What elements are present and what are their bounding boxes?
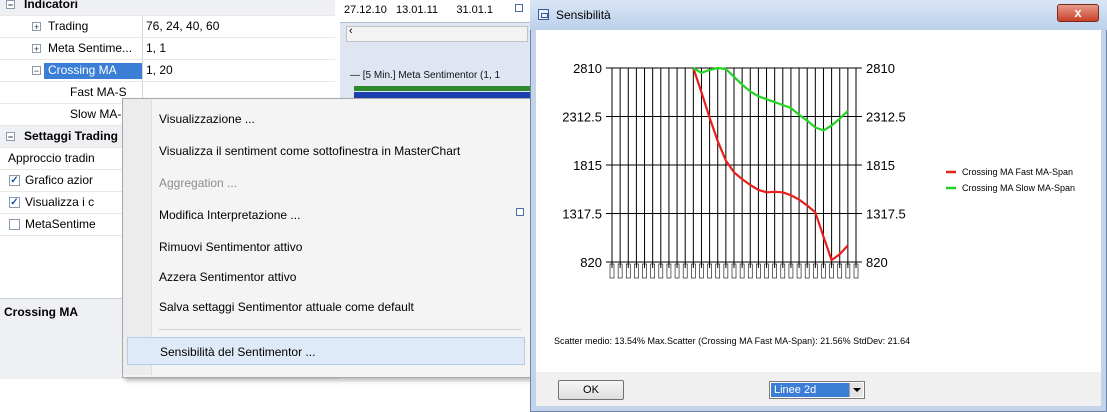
dialog-title: Sensibilità [556, 8, 611, 22]
property-value[interactable]: 76, 24, 40, 60 [146, 19, 219, 33]
chevron-down-icon[interactable] [849, 383, 863, 397]
property-name: Fast MA-S [70, 85, 127, 99]
resize-handle[interactable] [515, 4, 523, 12]
chart-scrollbar[interactable]: ‹ [346, 25, 528, 42]
property-name: Visualizza i c [25, 195, 95, 209]
sensibilita-dialog: Sensibilità x 2810 2810 2312.5 2312.5 1815 18… [530, 0, 1107, 412]
checkbox-unchecked[interactable] [9, 219, 20, 230]
expand-icon[interactable]: + [32, 22, 41, 32]
menu-item-rimuovi[interactable]: Rimuovi Sentimentor attivo [123, 233, 529, 261]
property-value[interactable]: 1, 1 [146, 41, 166, 55]
menu-item-visualizzazione[interactable]: Visualizzazione ... [123, 105, 529, 133]
y-tick-label-left: 820 [580, 255, 602, 270]
property-value[interactable]: 1, 20 [146, 63, 173, 77]
menu-separator [159, 329, 521, 330]
menu-item-azzera[interactable]: Azzera Sentimentor attivo [123, 263, 529, 291]
menu-item-modifica-interpretazione[interactable]: Modifica Interpretazione ... [123, 201, 529, 229]
y-tick-label-left: 1317.5 [562, 207, 602, 222]
property-row-trading[interactable]: + Trading 76, 24, 40, 60 [0, 16, 335, 38]
checkbox-checked[interactable]: ✓ [9, 197, 20, 208]
y-tick-label-left: 2312.5 [562, 110, 602, 125]
ok-button[interactable]: OK [558, 380, 624, 400]
category-indicatori[interactable]: − Indicatori [0, 0, 335, 16]
chart-type-select[interactable]: Linee 2d [769, 381, 865, 399]
menu-item-aggregation[interactable]: Aggregation ... [123, 169, 529, 197]
y-tick-label-right: 820 [866, 255, 888, 270]
chart-date-axis: 27.12.10 13.01.11 31.01.1 [340, 0, 530, 23]
dialog-title-bar[interactable]: Sensibilità x [530, 0, 1107, 30]
category-label: Settaggi Trading [24, 129, 119, 143]
scroll-left-icon[interactable]: ‹ [349, 25, 353, 37]
stats-text: Scatter medio: 13.54% Max.Scatter (Cross… [554, 336, 911, 346]
dialog-client-area: 2810 2810 2312.5 2312.5 1815 1815 1317.5 1317.5… [536, 30, 1101, 372]
context-menu: Visualizzazione ... Visualizza il sentim… [122, 98, 532, 378]
expand-icon[interactable]: + [32, 44, 41, 54]
window-icon [538, 9, 549, 20]
collapse-icon[interactable]: − [6, 0, 15, 10]
y-tick-label-right: 1317.5 [866, 207, 906, 222]
property-name: Meta Sentime... [48, 41, 133, 55]
property-row-meta-sentimentor[interactable]: + Meta Sentime... 1, 1 [0, 38, 335, 60]
dialog-footer: OK Linee 2d [536, 372, 1101, 406]
property-row-crossing-ma[interactable]: − Crossing MA 1, 20 [0, 60, 335, 82]
category-label: Indicatori [24, 0, 79, 11]
property-name: Trading [48, 19, 89, 33]
collapse-icon[interactable]: − [6, 132, 15, 142]
y-tick-label-left: 1815 [573, 158, 602, 173]
property-name: Grafico azior [25, 173, 94, 187]
menu-item-salva-default[interactable]: Salva settaggi Sentimentor attuale come … [123, 293, 529, 321]
chart-type-value: Linee 2d [771, 383, 849, 397]
legend-label-1: Crossing MA Fast MA-Span [962, 167, 1073, 177]
menu-item-sottofinestra[interactable]: Visualizza il sentiment come sottofinest… [123, 137, 529, 165]
property-name: Approccio tradin [8, 151, 95, 165]
property-name-selected: Crossing MA [44, 63, 142, 79]
y-tick-label-right: 1815 [866, 158, 895, 173]
collapse-icon[interactable]: − [32, 66, 41, 76]
y-tick-label-right: 2810 [866, 61, 895, 76]
sensitivity-chart: 2810 2810 2312.5 2312.5 1815 1815 1317.5 1317.5… [562, 61, 1075, 279]
chart-series-band [354, 86, 530, 91]
description-title: Crossing MA [4, 305, 79, 319]
checkbox-checked[interactable]: ✓ [9, 175, 20, 186]
property-name: MetaSentime [25, 217, 96, 231]
resize-handle[interactable] [516, 208, 524, 216]
menu-item-sensibilita[interactable]: Sensibilità del Sentimentor ... [127, 337, 525, 365]
chart-dates: 27.12.10 13.01.11 31.01.1 [344, 4, 494, 16]
y-tick-label-left: 2810 [573, 61, 602, 76]
close-button[interactable]: x [1057, 4, 1099, 22]
legend-label-2: Crossing MA Slow MA-Span [962, 183, 1075, 193]
chart-legend: — [5 Min.] Meta Sentimentor (1, 1 [350, 70, 501, 81]
y-tick-label-right: 2312.5 [866, 110, 906, 125]
